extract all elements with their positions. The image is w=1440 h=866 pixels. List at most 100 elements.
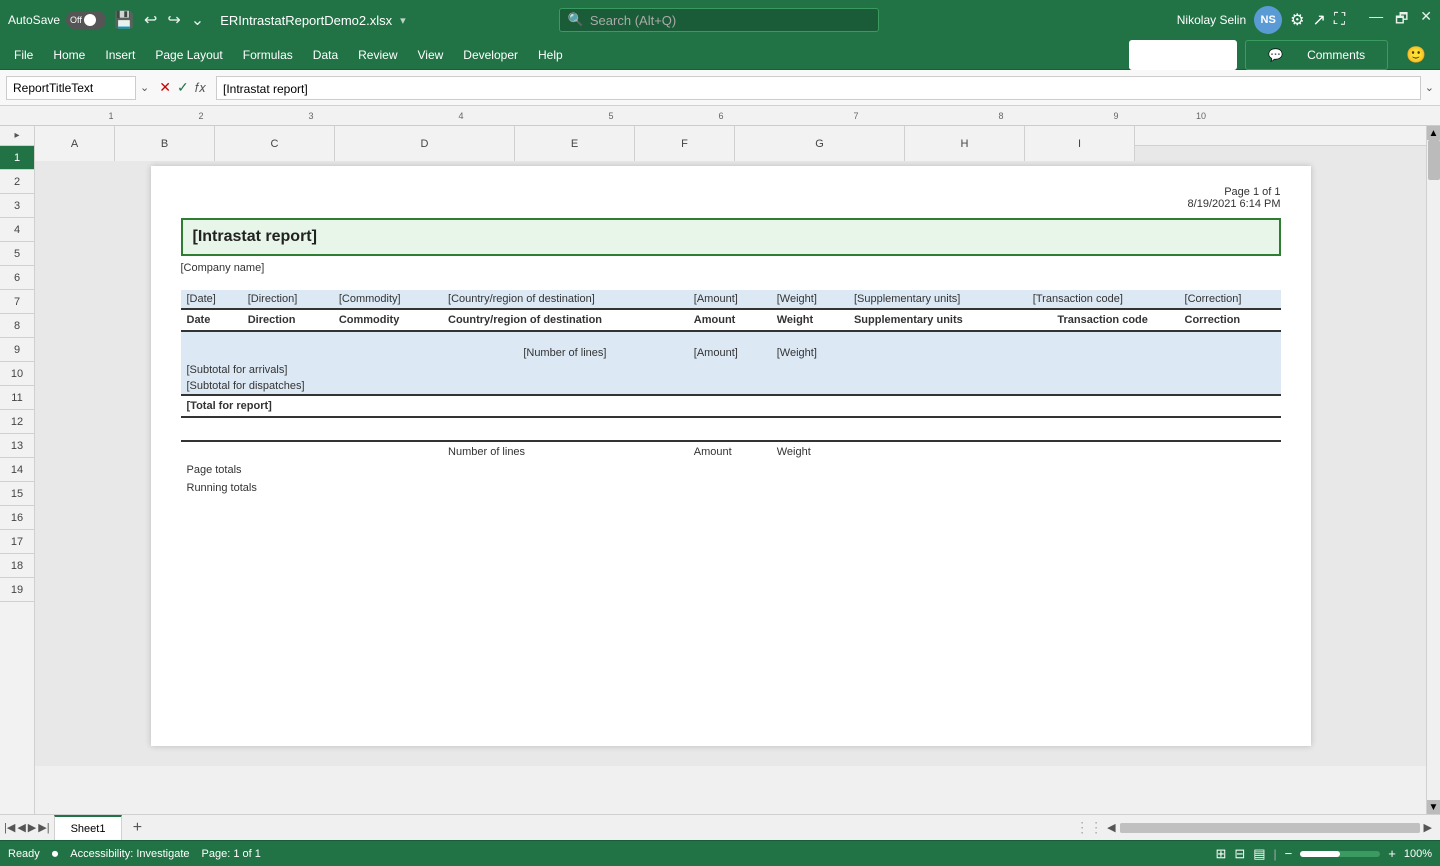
user-avatar[interactable]: NS xyxy=(1254,6,1282,34)
zoom-thumb xyxy=(1300,851,1340,857)
share-icon[interactable]: ↗ xyxy=(1312,10,1325,30)
col-C-header[interactable]: C xyxy=(215,126,335,161)
col-I-header[interactable]: I xyxy=(1025,126,1135,161)
subtotal-dispatches-row: [Subtotal for dispatches] xyxy=(181,378,1281,395)
col-B-header[interactable]: B xyxy=(115,126,215,161)
vertical-scrollbar[interactable]: ▲ ▼ xyxy=(1426,126,1440,814)
emoji-icon[interactable]: 🙂 xyxy=(1396,41,1436,69)
menu-review[interactable]: Review xyxy=(348,44,407,66)
scroll-down-button[interactable]: ▼ xyxy=(1427,800,1440,814)
menu-data[interactable]: Data xyxy=(303,44,348,66)
page-preview: Page 1 of 1 8/19/2021 6:14 PM [Intrastat… xyxy=(151,166,1311,746)
cancel-formula-icon[interactable]: ✕ xyxy=(159,79,171,96)
scroll-track[interactable] xyxy=(1427,140,1440,800)
autosave-toggle[interactable]: Off xyxy=(66,11,106,29)
sheet-scroll-area[interactable]: A B C D E F G H I Page 1 of xyxy=(35,126,1426,814)
summary-h-empty2 xyxy=(242,441,333,461)
report-title[interactable]: [Intrastat report] xyxy=(181,218,1281,256)
zoom-out-icon[interactable]: − xyxy=(1285,846,1293,861)
sheet-next-button[interactable]: ▶ xyxy=(28,821,36,834)
row-10-header: 10 xyxy=(0,362,34,386)
hscroll-separator: ⋮⋮ xyxy=(1075,819,1103,836)
cell-reference-box[interactable] xyxy=(6,76,136,100)
page-totals-label: Page totals xyxy=(181,461,1281,479)
comments-button[interactable]: 💬 Comments xyxy=(1245,40,1388,70)
expand-icon[interactable]: ⌄ xyxy=(140,81,149,94)
empty-row-cell xyxy=(181,417,1281,441)
hscroll-right[interactable]: ▶ xyxy=(1424,821,1432,834)
select-all-icon[interactable]: ▸ xyxy=(14,130,19,141)
sheet-last-button[interactable]: ▶| xyxy=(38,821,49,834)
ruler-9: 9 xyxy=(1061,111,1171,121)
summary-h-empty1 xyxy=(181,441,242,461)
help-icon[interactable]: ⚙ xyxy=(1290,10,1304,30)
customize-icon[interactable]: ⌄ xyxy=(191,10,204,30)
menu-insert[interactable]: Insert xyxy=(95,44,145,66)
zoom-slider[interactable] xyxy=(1300,851,1380,857)
col-H-header[interactable]: H xyxy=(905,126,1025,161)
h1-country: [Country/region of destination] xyxy=(442,290,688,309)
running-totals-label: Running totals xyxy=(181,479,1281,497)
col-D-header[interactable]: D xyxy=(335,126,515,161)
hscroll-track[interactable] xyxy=(1120,823,1420,833)
formula-content-box[interactable]: [Intrastat report] xyxy=(216,76,1421,100)
menu-developer[interactable]: Developer xyxy=(453,44,528,66)
window-controls: — 🗗 ✕ xyxy=(1369,8,1432,32)
menu-view[interactable]: View xyxy=(408,44,454,66)
row-1-header: 1 xyxy=(0,146,34,170)
minimize-button[interactable]: — xyxy=(1369,8,1383,32)
menu-formulas[interactable]: Formulas xyxy=(233,44,303,66)
close-button[interactable]: ✕ xyxy=(1420,8,1432,32)
search-box[interactable]: 🔍 Search (Alt+Q) xyxy=(559,8,879,32)
hscroll-thumb[interactable] xyxy=(1120,823,1420,833)
ruler-4: 4 xyxy=(371,111,551,121)
fullscreen-icon[interactable]: ⛶ xyxy=(1334,11,1345,29)
normal-view-icon[interactable]: ⊞ xyxy=(1215,846,1226,862)
col-F-header[interactable]: F xyxy=(635,126,735,161)
h2-direction: Direction xyxy=(242,309,333,331)
zoom-level[interactable]: 100% xyxy=(1404,848,1432,860)
redo-icon[interactable]: ↪ xyxy=(167,10,180,30)
menu-page-layout[interactable]: Page Layout xyxy=(145,44,232,66)
sheet-tab-sheet1[interactable]: Sheet1 xyxy=(54,815,123,841)
confirm-formula-icon[interactable]: ✓ xyxy=(177,79,189,96)
hscroll-left[interactable]: ◀ xyxy=(1107,821,1115,834)
file-dropdown-icon[interactable]: ▾ xyxy=(400,14,406,27)
row-12-header: 12 xyxy=(0,410,34,434)
share-button[interactable]: ↑ Share xyxy=(1129,40,1237,70)
summary-h-empty4 xyxy=(848,441,1027,461)
add-sheet-button[interactable]: + xyxy=(124,815,150,841)
record-macro-icon[interactable]: ⏺ xyxy=(52,846,59,862)
col-E-header[interactable]: E xyxy=(515,126,635,161)
accessibility-status[interactable]: Accessibility: Investigate xyxy=(70,848,189,860)
page-layout-view-icon[interactable]: ▤ xyxy=(1253,846,1265,862)
file-name: ERIntrastatReportDemo2.xlsx xyxy=(220,13,392,28)
title-bar: AutoSave Off 💾 ↩ ↪ ⌄ ERIntrastatReportDe… xyxy=(0,0,1440,40)
row-15-header: 15 xyxy=(0,482,34,506)
menu-file[interactable]: File xyxy=(4,44,43,66)
h1-correction: [Correction] xyxy=(1179,290,1281,309)
zoom-in-icon[interactable]: + xyxy=(1388,846,1396,861)
cell-empty-4 xyxy=(442,331,688,338)
ruler-1: 1 xyxy=(71,111,151,121)
page-break-view-icon[interactable]: ⊟ xyxy=(1234,846,1245,862)
save-icon[interactable]: 💾 xyxy=(114,10,134,30)
subtotal-dispatches-label: [Subtotal for dispatches] xyxy=(181,378,1281,395)
undo-icon[interactable]: ↩ xyxy=(144,10,157,30)
sheet-prev-button[interactable]: ◀ xyxy=(17,821,25,834)
menu-help[interactable]: Help xyxy=(528,44,573,66)
col-G-header[interactable]: G xyxy=(735,126,905,161)
restore-button[interactable]: 🗗 xyxy=(1395,8,1408,32)
col-A-header[interactable]: A xyxy=(35,126,115,161)
running-totals-row: Running totals xyxy=(181,479,1281,497)
ruler-2: 2 xyxy=(151,111,251,121)
scroll-thumb[interactable] xyxy=(1428,140,1440,180)
page-info: Page 1 of 1 8/19/2021 6:14 PM xyxy=(181,186,1281,210)
formula-fx-icon[interactable]: 𝑓𝑥 xyxy=(195,80,206,96)
formula-expand-icon[interactable]: ⌄ xyxy=(1425,81,1434,94)
menu-home[interactable]: Home xyxy=(43,44,95,66)
horizontal-scrollbar-area[interactable]: ⋮⋮ ◀ ▶ xyxy=(150,819,1440,836)
sheet-first-button[interactable]: |◀ xyxy=(4,821,15,834)
scroll-up-button[interactable]: ▲ xyxy=(1427,126,1440,140)
ruler: 1 2 3 4 5 6 7 8 9 10 xyxy=(0,106,1440,126)
